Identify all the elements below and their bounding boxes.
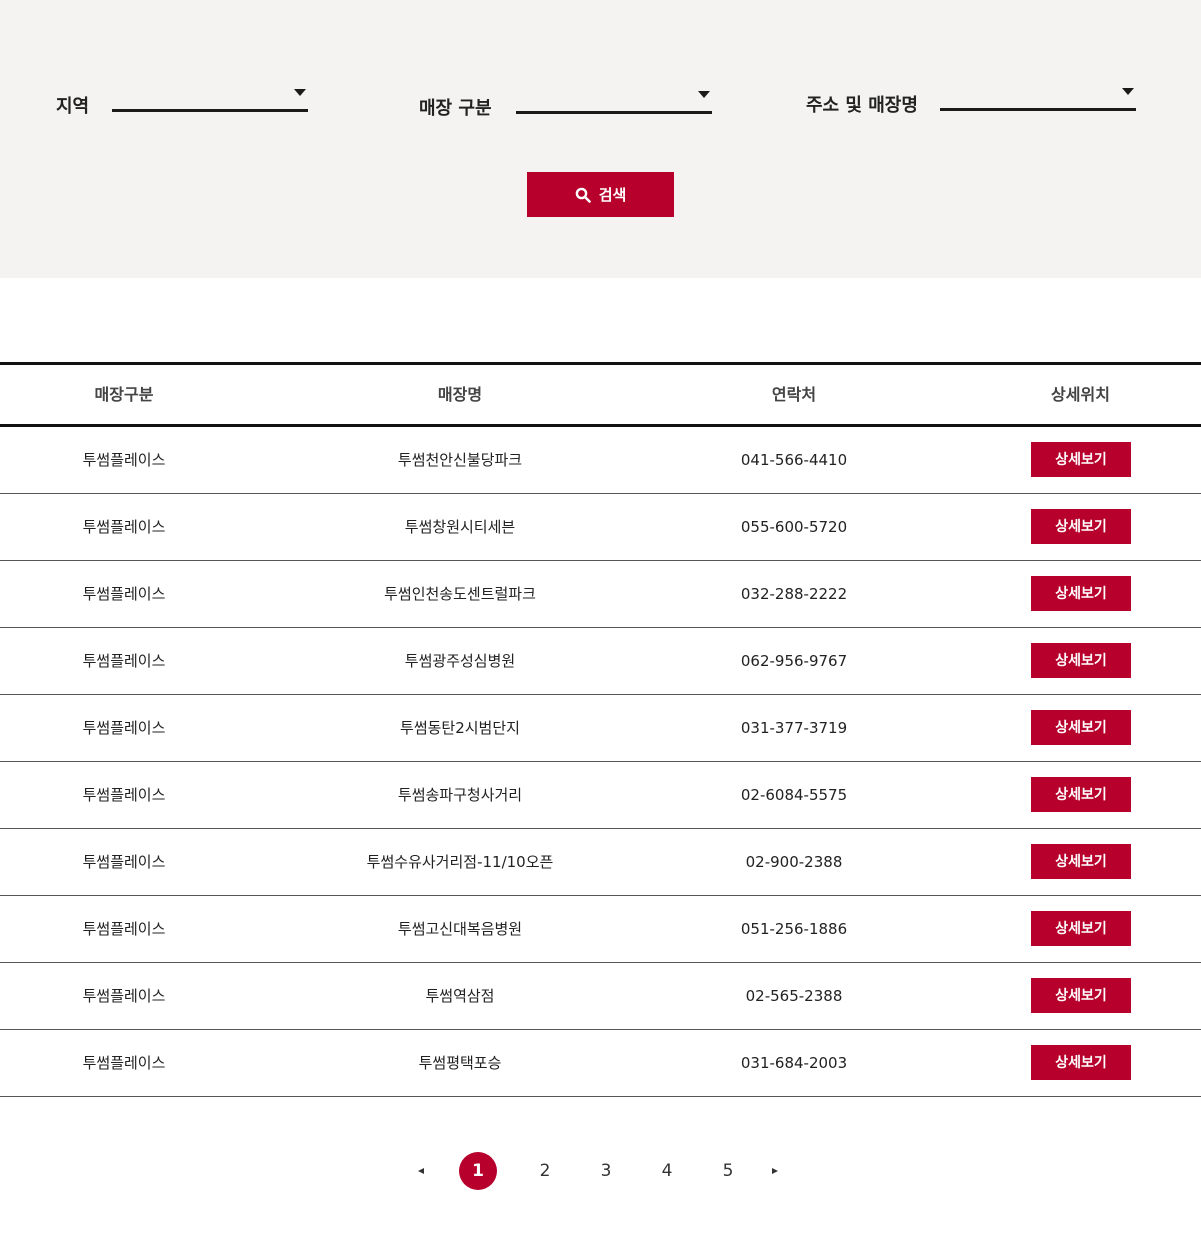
store-type-cell: 투썸플레이스 — [82, 518, 166, 536]
page-4[interactable]: 4 — [648, 1152, 686, 1190]
detail-view-button[interactable]: 상세보기 — [1031, 509, 1131, 544]
store-name-cell: 투썸수유사거리점-11/10오픈 — [366, 853, 554, 871]
column-header-detail-location: 상세위치 — [1051, 385, 1110, 404]
column-header-store-name: 매장명 — [437, 385, 483, 404]
address-store-name-label: 주소 및 매장명 — [806, 95, 918, 116]
phone-cell: 02-900-2388 — [745, 853, 843, 871]
store-type-label: 매장 구분 — [419, 98, 492, 119]
store-type-cell: 투썸플레이스 — [82, 652, 166, 670]
detail-view-button[interactable]: 상세보기 — [1031, 710, 1131, 745]
triangle-left-icon[interactable] — [414, 1164, 428, 1178]
triangle-right-icon[interactable] — [768, 1164, 782, 1178]
detail-view-button[interactable]: 상세보기 — [1031, 978, 1131, 1013]
detail-view-button[interactable]: 상세보기 — [1031, 844, 1131, 879]
phone-cell: 041-566-4410 — [740, 451, 848, 469]
chevron-down-icon — [294, 89, 306, 96]
store-type-cell: 투썸플레이스 — [82, 719, 166, 737]
table-row: 투썸플레이스 투썸창원시티세븐 055-600-5720 상세보기 — [0, 494, 1201, 561]
region-select[interactable] — [112, 89, 308, 112]
store-name-cell: 투썸송파구청사거리 — [397, 786, 523, 804]
detail-view-button[interactable]: 상세보기 — [1031, 1045, 1131, 1080]
store-name-cell: 투썸창원시티세븐 — [404, 518, 516, 536]
search-button-label: 검색 — [598, 186, 627, 204]
store-type-cell: 투썸플레이스 — [82, 786, 166, 804]
search-button[interactable]: 검색 — [527, 172, 674, 217]
chevron-down-icon — [698, 91, 710, 98]
address-store-name-select[interactable] — [940, 88, 1136, 111]
detail-view-button[interactable]: 상세보기 — [1031, 911, 1131, 946]
phone-cell: 062-956-9767 — [740, 652, 848, 670]
store-name-cell: 투썸인천송도센트럴파크 — [384, 585, 536, 603]
table-row: 투썸플레이스 투썸고신대복음병원 051-256-1886 상세보기 — [0, 896, 1201, 963]
store-type-cell: 투썸플레이스 — [82, 853, 166, 871]
region-label: 지역 — [56, 96, 90, 117]
pagination: 1 2 3 4 5 — [0, 1151, 1201, 1191]
page-3[interactable]: 3 — [587, 1152, 625, 1190]
store-name-cell: 투썸평택포승 — [418, 1054, 502, 1072]
phone-cell: 032-288-2222 — [740, 585, 848, 603]
store-type-cell: 투썸플레이스 — [82, 451, 166, 469]
chevron-down-icon — [1122, 88, 1134, 95]
table-row: 투썸플레이스 투썸천안신불당파크 041-566-4410 상세보기 — [0, 427, 1201, 494]
store-type-cell: 투썸플레이스 — [82, 1054, 166, 1072]
store-type-cell: 투썸플레이스 — [82, 920, 166, 938]
table-body: 투썸플레이스 투썸천안신불당파크 041-566-4410 상세보기 투썸플레이스 투썸창… — [0, 427, 1201, 1097]
store-table: 매장구분 매장명 연락처 상세위치 투썸플레이스 투썸천안신불당파크 041-566… — [0, 362, 1201, 1097]
page-1[interactable]: 1 — [459, 1152, 497, 1190]
phone-cell: 051-256-1886 — [740, 920, 848, 938]
phone-cell: 055-600-5720 — [740, 518, 848, 536]
table-row: 투썸플레이스 투썸평택포승 031-684-2003 상세보기 — [0, 1030, 1201, 1097]
store-name-cell: 투썸동탄2시범단지 — [400, 719, 520, 737]
page-5[interactable]: 5 — [709, 1152, 747, 1190]
search-icon — [575, 187, 591, 203]
phone-cell: 031-377-3719 — [740, 719, 848, 737]
store-name-cell: 투썸천안신불당파크 — [397, 451, 523, 469]
table-row: 투썸플레이스 투썸역삼점 02-565-2388 상세보기 — [0, 963, 1201, 1030]
search-filter-panel: 지역 매장 구분 주소 및 매장명 검색 — [0, 0, 1201, 278]
column-header-phone: 연락처 — [771, 385, 817, 404]
detail-view-button[interactable]: 상세보기 — [1031, 442, 1131, 477]
phone-cell: 02-565-2388 — [745, 987, 843, 1005]
detail-view-button[interactable]: 상세보기 — [1031, 643, 1131, 678]
column-header-store-type: 매장구분 — [94, 385, 154, 404]
table-row: 투썸플레이스 투썸송파구청사거리 02-6084-5575 상세보기 — [0, 762, 1201, 829]
table-row: 투썸플레이스 투썸동탄2시범단지 031-377-3719 상세보기 — [0, 695, 1201, 762]
table-row: 투썸플레이스 투썸인천송도센트럴파크 032-288-2222 상세보기 — [0, 561, 1201, 628]
page-2[interactable]: 2 — [526, 1152, 564, 1190]
store-name-cell: 투썸광주성심병원 — [404, 652, 516, 670]
detail-view-button[interactable]: 상세보기 — [1031, 777, 1131, 812]
table-row: 투썸플레이스 투썸광주성심병원 062-956-9767 상세보기 — [0, 628, 1201, 695]
table-row: 투썸플레이스 투썸수유사거리점-11/10오픈 02-900-2388 상세보기 — [0, 829, 1201, 896]
store-type-cell: 투썸플레이스 — [82, 585, 166, 603]
phone-cell: 031-684-2003 — [740, 1054, 848, 1072]
phone-cell: 02-6084-5575 — [740, 786, 848, 804]
table-header: 매장구분 매장명 연락처 상세위치 — [0, 362, 1201, 427]
detail-view-button[interactable]: 상세보기 — [1031, 576, 1131, 611]
store-name-cell: 투썸역삼점 — [425, 987, 495, 1005]
store-name-cell: 투썸고신대복음병원 — [397, 920, 523, 938]
store-type-select[interactable] — [516, 91, 712, 114]
store-type-cell: 투썸플레이스 — [82, 987, 166, 1005]
